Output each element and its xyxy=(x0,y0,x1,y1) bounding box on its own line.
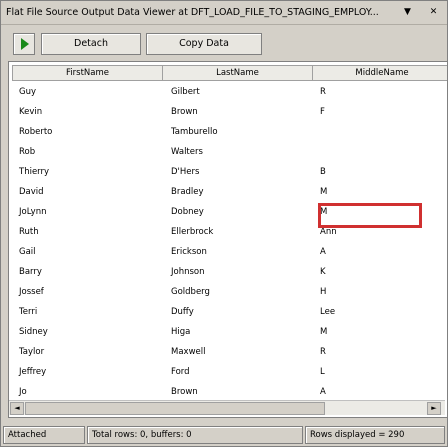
table-row[interactable]: Roberto Tamburello xyxy=(12,122,446,142)
cell-middlename: L xyxy=(320,367,325,377)
table-row[interactable]: Taylor Maxwell R xyxy=(12,342,446,362)
cell-lastname: Erickson xyxy=(171,247,207,257)
title-bar[interactable]: Flat File Source Output Data Viewer at D… xyxy=(1,1,447,25)
cell-lastname: Brown xyxy=(171,387,198,397)
cell-firstname: Guy xyxy=(19,87,37,97)
cell-firstname: Rob xyxy=(19,147,36,157)
scroll-right-icon[interactable]: ► xyxy=(427,402,441,415)
dropdown-icon[interactable]: ▼ xyxy=(401,6,414,19)
cell-middlename: B xyxy=(320,167,326,177)
cell-middlename: Lee xyxy=(320,307,336,317)
cell-lastname: Brown xyxy=(171,107,198,117)
data-grid[interactable]: FirstName LastName MiddleName Guy Gilbert… xyxy=(8,61,448,418)
cell-firstname: Jossef xyxy=(19,287,44,297)
scroll-left-icon[interactable]: ◄ xyxy=(10,402,24,415)
cell-firstname: JoLynn xyxy=(19,207,47,217)
cell-lastname: Bradley xyxy=(171,187,204,197)
data-viewer-window: Flat File Source Output Data Viewer at D… xyxy=(0,0,448,447)
cell-lastname: Maxwell xyxy=(171,347,206,357)
cell-firstname: Ruth xyxy=(19,227,39,237)
copy-data-button[interactable]: Copy Data xyxy=(146,33,262,55)
cell-firstname: Gail xyxy=(19,247,36,257)
highlight-box xyxy=(318,203,422,228)
table-row[interactable]: Sidney Higa M xyxy=(12,322,446,342)
play-button[interactable] xyxy=(13,33,35,55)
cell-lastname: Walters xyxy=(171,147,203,157)
table-row[interactable]: Gail Erickson A xyxy=(12,242,446,262)
table-row[interactable]: Jeffrey Ford L xyxy=(12,362,446,382)
cell-firstname: Terri xyxy=(19,307,38,317)
detach-button[interactable]: Detach xyxy=(41,33,141,55)
cell-lastname: Duffy xyxy=(171,307,194,317)
table-row[interactable]: Rob Walters xyxy=(12,142,446,162)
cell-lastname: Ford xyxy=(171,367,190,377)
table-row[interactable]: Jossef Goldberg H xyxy=(12,282,446,302)
cell-firstname: Jeffrey xyxy=(19,367,47,377)
cell-firstname: Barry xyxy=(19,267,42,277)
cell-firstname: Taylor xyxy=(19,347,45,357)
cell-lastname: Ellerbrock xyxy=(171,227,214,237)
cell-lastname: Johnson xyxy=(171,267,205,277)
cell-middlename: F xyxy=(320,107,325,117)
column-header-firstname[interactable]: FirstName xyxy=(12,65,163,81)
status-state: Attached xyxy=(3,426,85,444)
cell-firstname: Roberto xyxy=(19,127,53,137)
cell-firstname: Jo xyxy=(19,387,27,397)
toolbar: Detach Copy Data xyxy=(5,31,445,57)
table-row[interactable]: Guy Gilbert R xyxy=(12,82,446,102)
cell-middlename: M xyxy=(320,327,328,337)
status-rows-displayed: Rows displayed = 290 xyxy=(305,426,445,444)
cell-lastname: Goldberg xyxy=(171,287,210,297)
play-icon xyxy=(21,38,29,50)
cell-middlename: R xyxy=(320,347,326,357)
cell-lastname: Higa xyxy=(171,327,191,337)
cell-firstname: David xyxy=(19,187,44,197)
horizontal-scrollbar[interactable]: ◄ ► xyxy=(9,400,445,415)
table-row[interactable]: David Bradley M xyxy=(12,182,446,202)
cell-middlename: A xyxy=(320,387,326,397)
status-totals: Total rows: 0, buffers: 0 xyxy=(87,426,303,444)
cell-lastname: Dobney xyxy=(171,207,204,217)
cell-middlename: M xyxy=(320,187,328,197)
cell-firstname: Thierry xyxy=(19,167,50,177)
window-title: Flat File Source Output Data Viewer at D… xyxy=(6,7,379,18)
scroll-thumb[interactable] xyxy=(25,402,325,415)
cell-middlename: R xyxy=(320,87,326,97)
cell-firstname: Kevin xyxy=(19,107,43,117)
status-bar: Attached Total rows: 0, buffers: 0 Rows … xyxy=(3,426,445,444)
cell-lastname: D'Hers xyxy=(171,167,200,177)
cell-middlename: A xyxy=(320,247,326,257)
table-row[interactable]: Kevin Brown F xyxy=(12,102,446,122)
table-row[interactable]: Terri Duffy Lee xyxy=(12,302,446,322)
table-row[interactable]: Thierry D'Hers B xyxy=(12,162,446,182)
cell-middlename: K xyxy=(320,267,326,277)
column-header-middlename[interactable]: MiddleName xyxy=(312,65,447,81)
table-row[interactable]: Barry Johnson K xyxy=(12,262,446,282)
column-header-lastname[interactable]: LastName xyxy=(162,65,313,81)
cell-lastname: Gilbert xyxy=(171,87,200,97)
close-icon[interactable]: ✕ xyxy=(427,6,440,19)
table-row[interactable]: Jo Brown A xyxy=(12,382,446,402)
cell-firstname: Sidney xyxy=(19,327,48,337)
cell-lastname: Tamburello xyxy=(171,127,218,137)
cell-middlename: H xyxy=(320,287,327,297)
